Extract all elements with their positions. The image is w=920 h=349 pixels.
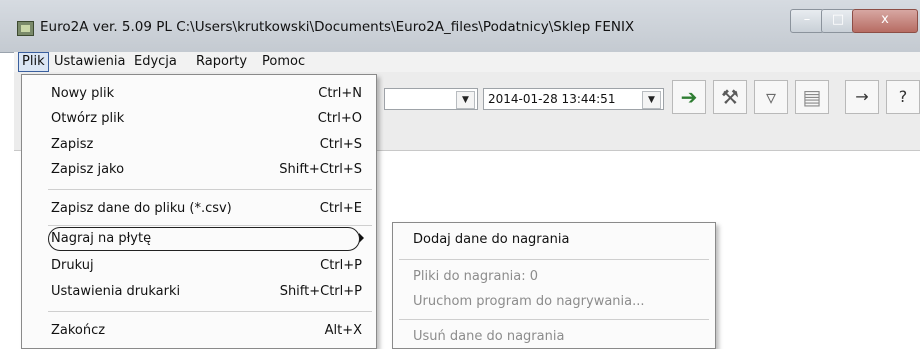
- submenu-item-dodaj-dane[interactable]: Dodaj dane do nagrania: [393, 228, 715, 252]
- submenu-item-label: Uruchom program do nagrywania...: [413, 294, 645, 309]
- menu-item-zapisz-csv[interactable]: Zapisz dane do pliku (*.csv) Ctrl+E: [22, 196, 376, 222]
- datetime-value: 2014-01-28 13:44:51: [488, 92, 616, 106]
- menu-item-shortcut: Alt+X: [324, 323, 362, 338]
- datetime-combobox[interactable]: 2014-01-28 13:44:51 ▼: [483, 88, 664, 110]
- menu-item-label: Ustawienia drukarki: [51, 284, 181, 299]
- menu-ustawienia[interactable]: Ustawienia: [54, 54, 125, 69]
- submenu-item-label: Usuń dane do nagrania: [413, 329, 565, 344]
- submenu-item-label: Pliki do nagrania: 0: [413, 269, 539, 284]
- menu-item-zapisz[interactable]: Zapisz Ctrl+S: [22, 132, 376, 158]
- document-icon[interactable]: ▤: [795, 80, 829, 114]
- help-icon[interactable]: ?: [886, 80, 920, 114]
- menu-plik[interactable]: Plik: [18, 52, 49, 72]
- menu-item-zapisz-jako[interactable]: Zapisz jako Shift+Ctrl+S: [22, 157, 376, 183]
- menu-item-shortcut: Ctrl+E: [319, 201, 362, 216]
- import-icon[interactable]: ➔: [672, 80, 706, 114]
- menu-item-label: Nowy plik: [51, 86, 115, 101]
- menu-item-label: Otwórz plik: [51, 111, 125, 126]
- minimize-button[interactable]: –: [790, 9, 824, 33]
- burn-submenu: Dodaj dane do nagrania Pliki do nagrania…: [392, 222, 716, 349]
- tools-icon[interactable]: ⚒: [713, 80, 747, 114]
- highlight-oval: [48, 227, 360, 251]
- menu-item-shortcut: Shift+Ctrl+P: [279, 284, 362, 299]
- menu-bar: Plik Ustawienia Edycja Raporty Pomoc: [14, 52, 920, 72]
- window-title: Euro2A ver. 5.09 PL C:\Users\krutkowski\…: [40, 19, 635, 35]
- menu-separator: [399, 319, 709, 320]
- selector-combobox[interactable]: ▼: [384, 88, 478, 110]
- close-button[interactable]: x: [852, 9, 918, 33]
- menu-item-label: Zapisz: [51, 137, 94, 152]
- menu-item-shortcut: Ctrl+N: [318, 86, 362, 101]
- submenu-item-usun-dane[interactable]: Usuń dane do nagrania: [393, 325, 715, 349]
- file-menu: Nowy plik Ctrl+N Otwórz plik Ctrl+O Zapi…: [21, 74, 377, 349]
- menu-item-otworz-plik[interactable]: Otwórz plik Ctrl+O: [22, 106, 376, 132]
- menu-separator: [399, 259, 709, 260]
- window-controls: – □ x: [790, 9, 920, 33]
- submenu-item-pliki-do-nagrania: Pliki do nagrania: 0: [393, 265, 715, 289]
- menu-item-label: Drukuj: [51, 258, 94, 273]
- menu-item-shortcut: Shift+Ctrl+S: [279, 162, 362, 177]
- menu-raporty[interactable]: Raporty: [196, 54, 247, 69]
- menu-item-shortcut: Ctrl+P: [320, 258, 362, 273]
- menu-item-nowy-plik[interactable]: Nowy plik Ctrl+N: [22, 81, 376, 107]
- menu-pomoc[interactable]: Pomoc: [262, 54, 305, 69]
- menu-item-zakoncz[interactable]: Zakończ Alt+X: [22, 318, 376, 344]
- menu-item-shortcut: Ctrl+S: [319, 137, 362, 152]
- usb-icon[interactable]: →: [845, 80, 879, 114]
- filter-icon[interactable]: ▿: [754, 80, 788, 114]
- menu-item-ustawienia-drukarki[interactable]: Ustawienia drukarki Shift+Ctrl+P: [22, 279, 376, 305]
- submenu-item-uruchom-program[interactable]: Uruchom program do nagrywania...: [393, 290, 715, 314]
- menu-separator: [48, 311, 372, 312]
- app-icon[interactable]: [17, 21, 34, 36]
- maximize-button[interactable]: □: [821, 9, 855, 33]
- chevron-down-icon[interactable]: ▼: [642, 91, 661, 109]
- menu-item-drukuj[interactable]: Drukuj Ctrl+P: [22, 253, 376, 279]
- menu-edycja[interactable]: Edycja: [134, 54, 177, 69]
- chevron-down-icon[interactable]: ▼: [456, 91, 475, 109]
- menu-item-shortcut: Ctrl+O: [317, 111, 362, 126]
- title-bar[interactable]: Euro2A ver. 5.09 PL C:\Users\krutkowski\…: [0, 0, 920, 53]
- menu-item-label: Zapisz dane do pliku (*.csv): [51, 201, 232, 216]
- menu-separator: [48, 189, 372, 190]
- menu-item-label: Zakończ: [51, 323, 106, 338]
- submenu-item-label: Dodaj dane do nagrania: [413, 232, 570, 247]
- menu-item-label: Zapisz jako: [51, 162, 125, 177]
